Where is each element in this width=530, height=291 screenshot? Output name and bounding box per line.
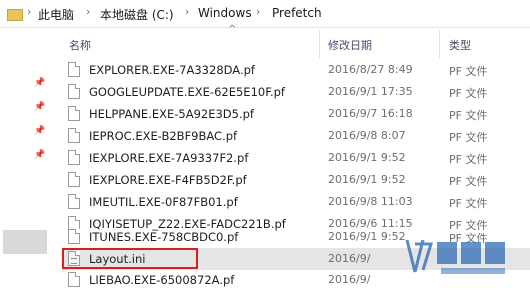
- folder-icon: [7, 9, 23, 21]
- file-row[interactable]: IEPROC.EXE-B2BF9BAC.pf 2016/9/8 8:07 PF …: [62, 125, 530, 147]
- breadcrumb-separator: ›: [185, 5, 190, 18]
- file-row[interactable]: IEXPLORE.EXE-7A9337F2.pf 2016/9/1 9:52 P…: [62, 147, 530, 169]
- file-row[interactable]: EXPLORER.EXE-7A3328DA.pf 2016/8/27 8:49 …: [62, 59, 530, 81]
- breadcrumb-separator: ›: [256, 5, 261, 18]
- file-type: PF 文件: [449, 131, 488, 144]
- column-header: ^ 名称 修改日期 类型: [47, 24, 530, 58]
- file-name: HELPPANE.EXE-5A92E3D5.pf: [89, 107, 254, 121]
- breadcrumb-separator: ›: [27, 5, 32, 18]
- file-type: PF 文件: [449, 109, 488, 122]
- file-name: Layout.ini: [89, 252, 146, 266]
- file-type: PF 文件: [449, 87, 488, 100]
- file-name: IEPROC.EXE-B2BF9BAC.pf: [89, 129, 238, 143]
- file-icon: [68, 106, 80, 121]
- file-modified: 2016/9/1 9:52: [328, 151, 406, 164]
- file-icon: [68, 62, 80, 77]
- ini-file-icon: [68, 251, 80, 266]
- breadcrumb-separator: ›: [86, 5, 91, 18]
- navigation-pane: 📌 📌 📌 📌: [0, 28, 47, 283]
- file-name: IMEUTIL.EXE-0F87FB01.pf: [89, 195, 238, 209]
- column-name[interactable]: 名称: [69, 37, 91, 53]
- watermark-logo: [405, 239, 505, 274]
- file-name: EXPLORER.EXE-7A3328DA.pf: [89, 63, 255, 77]
- breadcrumb-this-pc[interactable]: 此电脑: [38, 6, 74, 23]
- file-icon: [68, 229, 80, 244]
- file-modified: 2016/9/1 17:35: [328, 85, 413, 98]
- column-modified[interactable]: 修改日期: [328, 37, 372, 53]
- file-modified: 2016/9/: [328, 252, 371, 265]
- file-name: IEXPLORE.EXE-7A9337F2.pf: [89, 151, 249, 165]
- nav-item-selected[interactable]: [3, 230, 47, 254]
- file-modified: 2016/8/27 8:49: [328, 63, 413, 76]
- file-modified: 2016/9/7 16:18: [328, 107, 413, 120]
- file-modified: 2016/9/8 8:07: [328, 129, 406, 142]
- file-type: PF 文件: [449, 175, 488, 188]
- pin-icon[interactable]: 📌: [34, 126, 45, 136]
- file-icon: [68, 128, 80, 143]
- file-icon: [68, 172, 80, 187]
- file-name: IEXPLORE.EXE-F4FB5D2F.pf: [89, 173, 247, 187]
- file-name: GOOGLEUPDATE.EXE-62E5E10F.pf: [89, 85, 285, 99]
- file-icon: [68, 272, 80, 287]
- file-type: PF 文件: [449, 153, 488, 166]
- file-modified: 2016/9/8 11:03: [328, 195, 413, 208]
- file-type: PF 文件: [449, 197, 488, 210]
- column-type[interactable]: 类型: [449, 37, 471, 53]
- file-modified: 2016/9/1 9:52: [328, 173, 406, 186]
- pin-icon[interactable]: 📌: [34, 78, 45, 88]
- file-row[interactable]: GOOGLEUPDATE.EXE-62E5E10F.pf 2016/9/1 17…: [62, 81, 530, 103]
- address-bar[interactable]: › 此电脑 › 本地磁盘 (C:) › Windows › Prefetch: [0, 0, 530, 28]
- file-row[interactable]: IMEUTIL.EXE-0F87FB01.pf 2016/9/8 11:03 P…: [62, 191, 530, 213]
- file-row[interactable]: HELPPANE.EXE-5A92E3D5.pf 2016/9/7 16:18 …: [62, 103, 530, 125]
- file-name: LIEBAO.EXE-6500872A.pf: [89, 273, 235, 287]
- sort-up-icon: ^: [228, 24, 237, 35]
- column-divider[interactable]: [319, 30, 320, 58]
- file-name: ITUNES.EXE-758CBDC0.pf: [89, 230, 239, 244]
- pin-icon[interactable]: 📌: [34, 150, 45, 160]
- file-modified: 2016/9/: [328, 273, 371, 286]
- file-icon: [68, 194, 80, 209]
- breadcrumb-prefetch[interactable]: Prefetch: [272, 6, 322, 20]
- pin-icon[interactable]: 📌: [34, 102, 45, 112]
- file-type: PF 文件: [449, 65, 488, 78]
- file-icon: [68, 84, 80, 99]
- breadcrumb-windows[interactable]: Windows: [198, 6, 252, 20]
- column-divider[interactable]: [439, 30, 440, 58]
- file-icon: [68, 150, 80, 165]
- file-row[interactable]: IEXPLORE.EXE-F4FB5D2F.pf 2016/9/1 9:52 P…: [62, 169, 530, 191]
- breadcrumb-local-disk[interactable]: 本地磁盘 (C:): [100, 6, 174, 23]
